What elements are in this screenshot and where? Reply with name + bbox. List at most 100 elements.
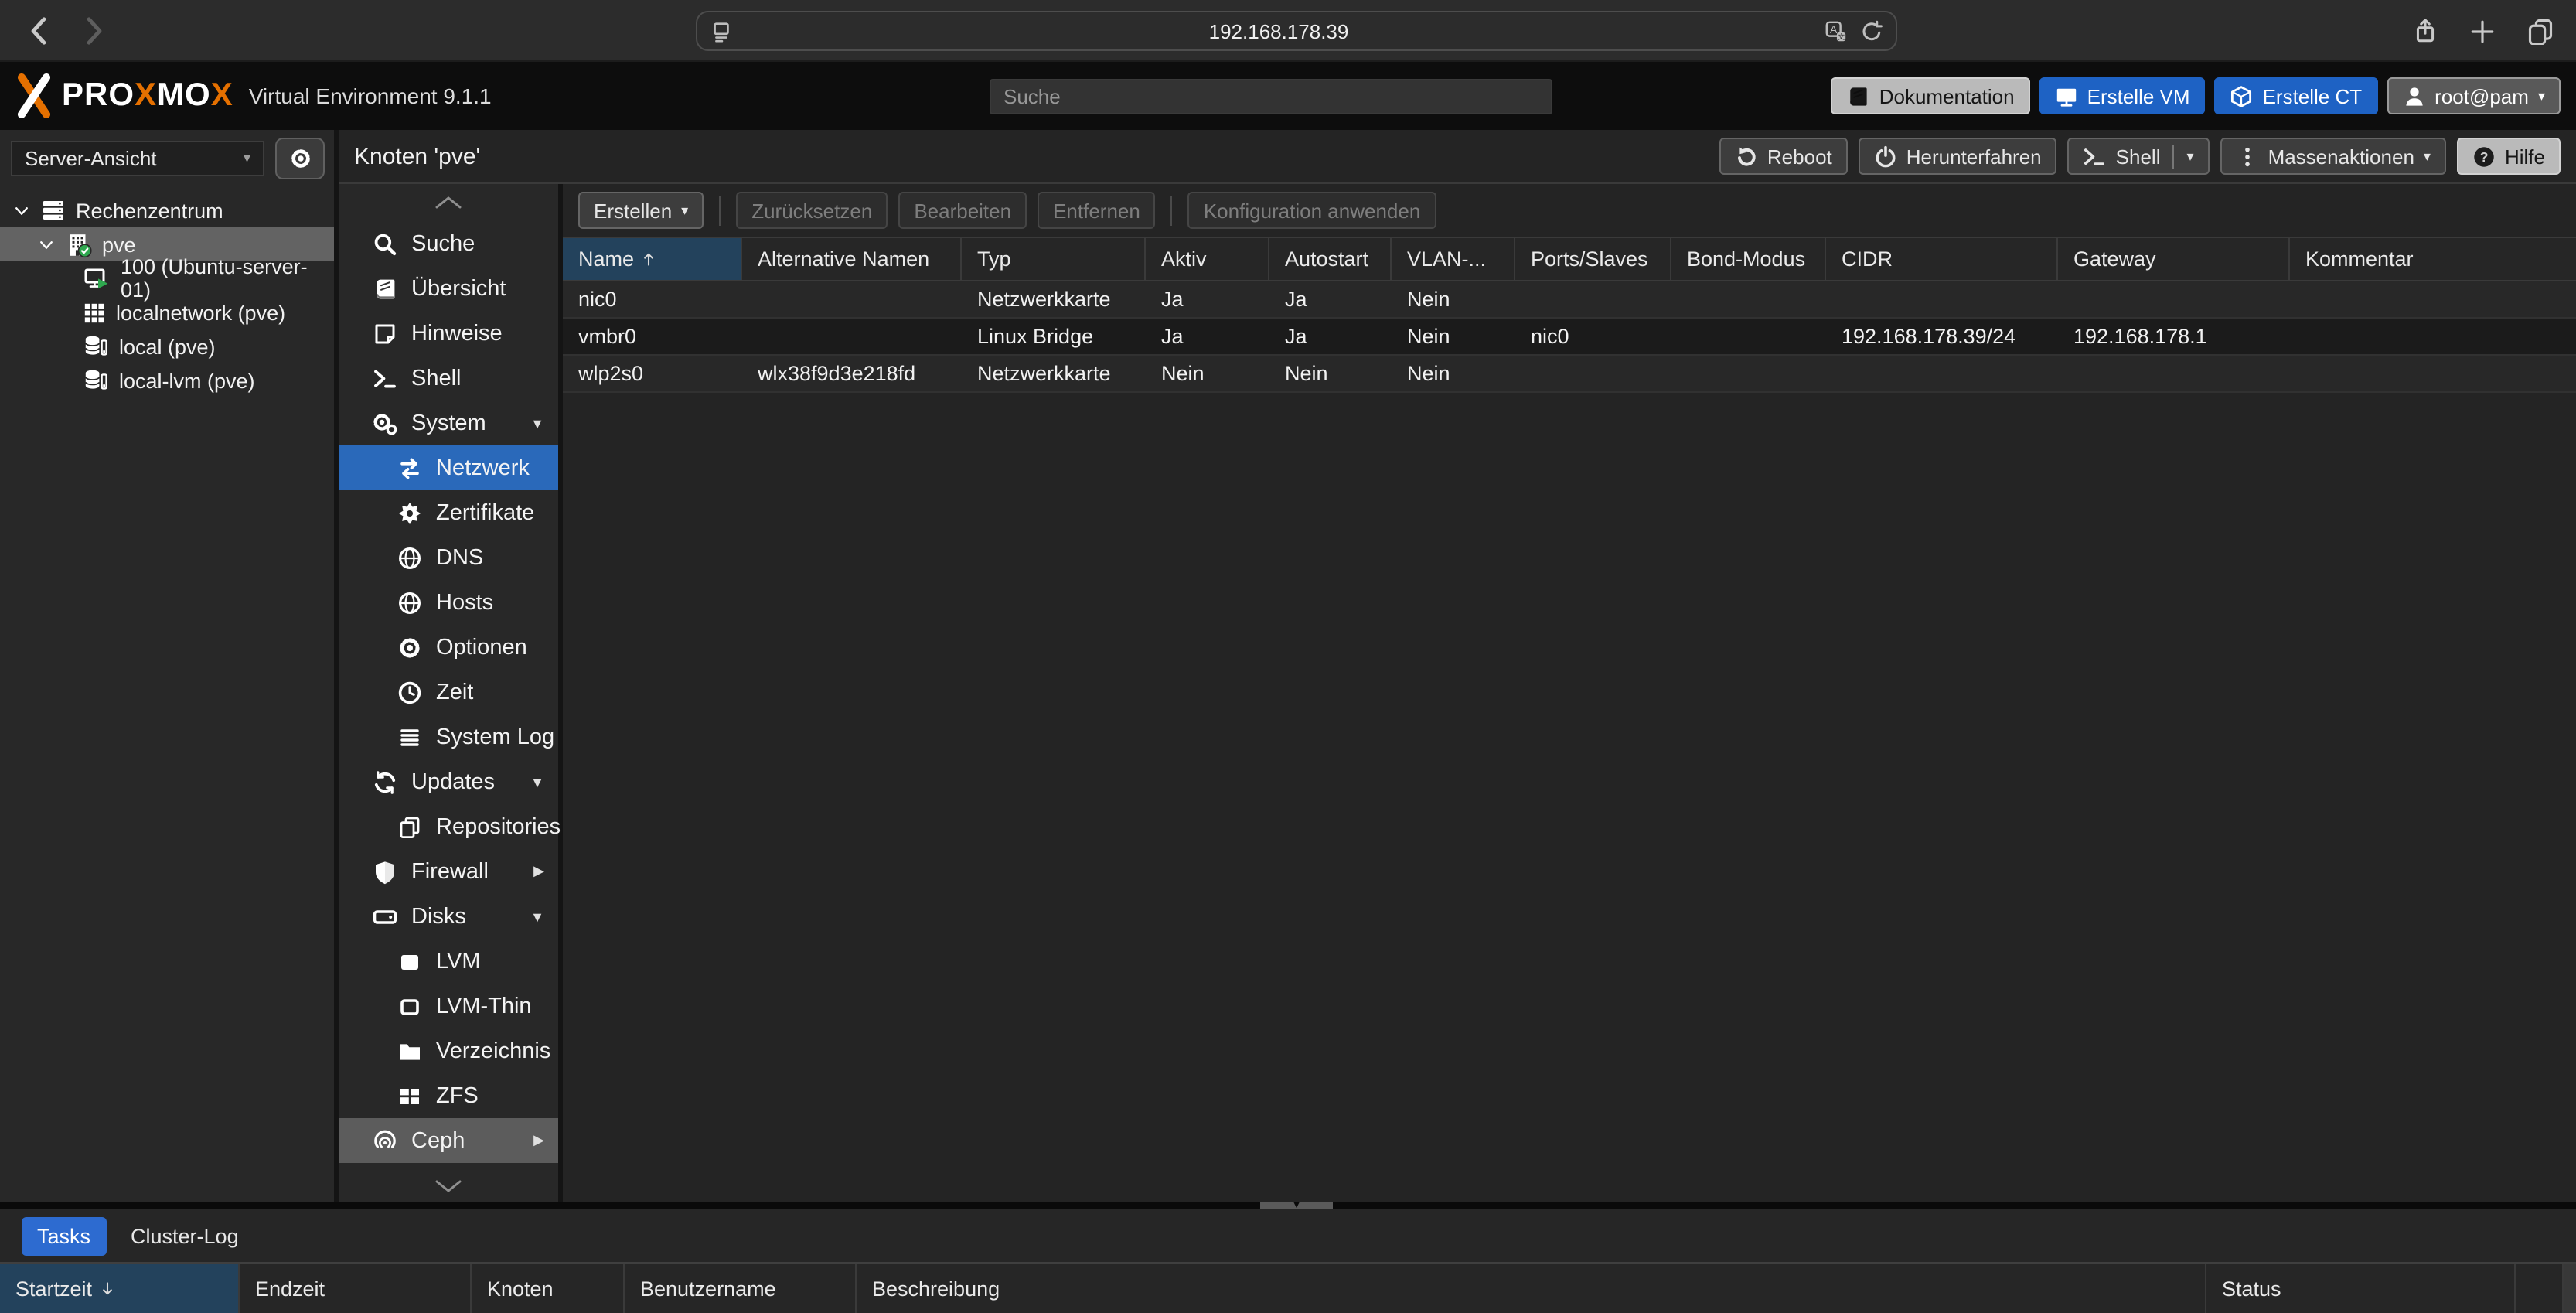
column-header-beschreibung[interactable]: Beschreibung — [857, 1264, 2206, 1313]
chevron-down-icon[interactable] — [12, 199, 31, 222]
panel-splitter[interactable]: ▼ — [0, 1202, 2576, 1209]
remove-button[interactable]: Entfernen — [1038, 192, 1156, 229]
tree-item-rechenzentrum[interactable]: Rechenzentrum — [0, 193, 334, 227]
menu-item-zertifikate[interactable]: Zertifikate — [339, 490, 558, 535]
column-header-bond-modus[interactable]: Bond-Modus — [1671, 238, 1826, 280]
scrollbar-track[interactable] — [2564, 1264, 2576, 1313]
column-header-ports-slaves[interactable]: Ports/Slaves — [1515, 238, 1671, 280]
share-icon[interactable] — [2412, 17, 2438, 45]
edit-button[interactable]: Bearbeiten — [898, 192, 1027, 229]
tree-item-vm-100[interactable]: 100 (Ubuntu-server-01) — [0, 261, 334, 295]
table-row[interactable]: wlp2s0 wlx38f9d3e218fd Netzwerkkarte Nei… — [563, 356, 2576, 393]
menu-item-lvm-thin[interactable]: LVM-Thin — [339, 984, 558, 1028]
documentation-button[interactable]: Dokumentation — [1831, 77, 2030, 114]
user-menu-button[interactable]: root@pam ▾ — [2387, 77, 2561, 114]
browser-forward-icon[interactable] — [77, 13, 111, 47]
create-vm-button[interactable]: Erstelle VM — [2039, 77, 2206, 114]
splitter-collapse-handle[interactable]: ▼ — [1260, 1202, 1333, 1209]
menu-item-firewall[interactable]: Firewall▶ — [339, 849, 558, 894]
menu-item-shell[interactable]: Shell — [339, 356, 558, 401]
browser-back-icon[interactable] — [22, 13, 56, 47]
help-button[interactable]: ? Hilfe — [2457, 138, 2561, 175]
menu-item-zfs[interactable]: ZFS — [339, 1073, 558, 1118]
apply-configuration-button[interactable]: Konfiguration anwenden — [1188, 192, 1436, 229]
menu-item-hosts[interactable]: Hosts — [339, 580, 558, 625]
column-header-vlan[interactable]: VLAN-... — [1392, 238, 1515, 280]
chevron-down-icon[interactable]: ▼ — [530, 909, 544, 924]
copy-icon — [397, 814, 422, 839]
tab-tasks[interactable]: Tasks — [22, 1216, 106, 1255]
browser-url[interactable]: 192.168.178.39 — [733, 19, 1825, 43]
create-button[interactable]: Erstellen ▾ — [578, 192, 704, 229]
column-header-status[interactable]: Status — [2206, 1264, 2516, 1313]
reload-icon[interactable] — [1860, 19, 1883, 43]
browser-url-bar[interactable]: 192.168.178.39 A文 — [696, 11, 1897, 51]
chevron-right-icon[interactable]: ▶ — [533, 863, 544, 880]
shutdown-button[interactable]: Herunterfahren — [1859, 138, 2057, 175]
global-search-input[interactable] — [990, 79, 1552, 114]
chevron-right-icon[interactable]: ▶ — [533, 1132, 544, 1149]
tree-item-label: 100 (Ubuntu-server-01) — [121, 255, 334, 302]
menu-item-disks[interactable]: Disks▼ — [339, 894, 558, 939]
terminal-icon — [373, 366, 397, 390]
menu-item-updates[interactable]: Updates▼ — [339, 759, 558, 804]
menu-scroll-up[interactable] — [339, 184, 558, 221]
tree-settings-button[interactable] — [275, 138, 325, 179]
terminal-icon — [2084, 145, 2107, 168]
column-header-benutzername[interactable]: Benutzername — [625, 1264, 857, 1313]
column-header-name[interactable]: Name — [563, 238, 742, 280]
menu-item-lvm[interactable]: LVM — [339, 939, 558, 984]
column-header-startzeit[interactable]: Startzeit — [0, 1264, 240, 1313]
column-header-cidr[interactable]: CIDR — [1826, 238, 2058, 280]
cell-vlan: Nein — [1392, 325, 1515, 348]
tree-item-localnetwork[interactable]: localnetwork (pve) — [0, 295, 334, 329]
menu-item-zeit[interactable]: Zeit — [339, 670, 558, 714]
column-label: Alternative Namen — [758, 247, 929, 271]
page-format-icon[interactable] — [710, 19, 733, 43]
menu-item-system-log[interactable]: System Log — [339, 714, 558, 759]
chevron-down-icon[interactable]: ▾ — [2187, 149, 2194, 163]
translate-icon[interactable]: A文 — [1825, 19, 1848, 43]
column-header-gateway[interactable]: Gateway — [2058, 238, 2290, 280]
proxmox-logo: PROXMOX — [12, 73, 233, 119]
menu-item-netzwerk[interactable]: Netzwerk — [339, 445, 558, 490]
tree-item-local[interactable]: local (pve) — [0, 329, 334, 363]
chevron-down-icon[interactable]: ▼ — [530, 415, 544, 431]
tab-cluster-log[interactable]: Cluster-Log — [131, 1224, 239, 1247]
node-titlebar: Knoten 'pve' Reboot Herunterfahren Shell — [339, 130, 2576, 184]
column-header-autostart[interactable]: Autostart — [1269, 238, 1392, 280]
table-row[interactable]: nic0 Netzwerkkarte Ja Ja Nein — [563, 281, 2576, 319]
chevron-down-icon[interactable] — [37, 233, 56, 256]
menu-item-system[interactable]: System▼ — [339, 401, 558, 445]
menu-item-uebersicht[interactable]: Übersicht — [339, 266, 558, 311]
new-tab-icon[interactable] — [2469, 18, 2496, 44]
menu-item-optionen[interactable]: Optionen — [339, 625, 558, 670]
column-header-typ[interactable]: Typ — [962, 238, 1146, 280]
menu-item-ceph[interactable]: Ceph▶ — [339, 1118, 558, 1163]
menu-item-suche[interactable]: Suche — [339, 221, 558, 266]
network-icon — [82, 301, 107, 324]
view-selector[interactable]: Server-Ansicht ▾ — [11, 141, 264, 176]
bulk-actions-button[interactable]: Massenaktionen ▾ — [2220, 138, 2446, 175]
column-header-endzeit[interactable]: Endzeit — [240, 1264, 472, 1313]
menu-scroll-down[interactable] — [339, 1168, 558, 1205]
create-ct-button[interactable]: Erstelle CT — [2215, 77, 2378, 114]
menu-item-verzeichnis[interactable]: Verzeichnis — [339, 1028, 558, 1073]
reboot-button[interactable]: Reboot — [1719, 138, 1848, 175]
menu-item-label: Repositories — [436, 814, 561, 839]
revert-button[interactable]: Zurücksetzen — [736, 192, 888, 229]
tree-item-local-lvm[interactable]: local-lvm (pve) — [0, 363, 334, 397]
column-header-knoten[interactable]: Knoten — [472, 1264, 625, 1313]
column-header-kommentar[interactable]: Kommentar — [2290, 238, 2576, 280]
table-row[interactable]: vmbr0 Linux Bridge Ja Ja Nein nic0 192.1… — [563, 319, 2576, 356]
tab-label: Tasks — [37, 1224, 90, 1247]
tab-overview-icon[interactable] — [2527, 17, 2554, 45]
column-header-aktiv[interactable]: Aktiv — [1146, 238, 1269, 280]
menu-item-repositories[interactable]: Repositories — [339, 804, 558, 849]
menu-item-dns[interactable]: DNS — [339, 535, 558, 580]
column-header-alternative-namen[interactable]: Alternative Namen — [742, 238, 962, 280]
shell-button[interactable]: Shell ▾ — [2068, 138, 2210, 175]
menu-item-hinweise[interactable]: Hinweise — [339, 311, 558, 356]
clock-icon — [397, 680, 422, 704]
chevron-down-icon[interactable]: ▼ — [530, 774, 544, 790]
